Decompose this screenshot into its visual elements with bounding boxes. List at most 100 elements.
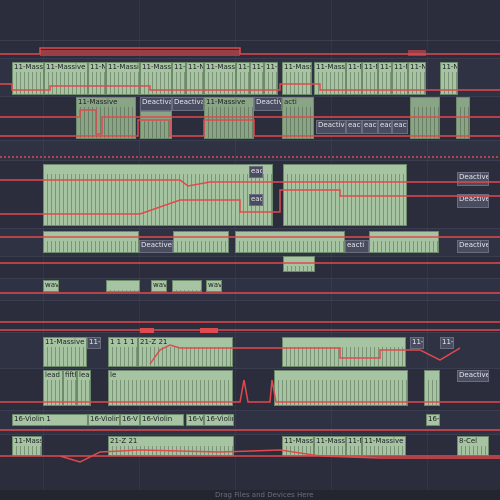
track-lane[interactable] <box>0 256 500 279</box>
clip-content <box>64 380 76 405</box>
clip-deactivated[interactable]: eacti <box>345 240 369 253</box>
clip[interactable] <box>43 231 139 253</box>
clip[interactable]: 11-N <box>88 62 106 95</box>
clip[interactable] <box>283 164 407 226</box>
clip[interactable] <box>140 111 172 139</box>
clip-content <box>363 72 377 94</box>
clip[interactable]: 11-Massi <box>314 436 346 456</box>
clip[interactable]: 11-Massi <box>12 436 42 456</box>
clip[interactable] <box>283 256 315 272</box>
clip-deactivated[interactable]: 11-N <box>410 337 424 349</box>
clip[interactable]: 16-V <box>120 414 140 426</box>
clip[interactable]: 11-Massive <box>44 62 88 95</box>
clip[interactable] <box>410 97 440 139</box>
clip[interactable]: 1 1 1 1 <box>108 337 138 367</box>
clip[interactable]: 11-N <box>346 436 362 456</box>
clip[interactable]: le <box>108 370 233 406</box>
clip[interactable]: 11-N <box>172 62 186 95</box>
clip[interactable]: 11-Massive <box>140 62 172 95</box>
clip-name: 16-Violin <box>206 415 233 423</box>
clip[interactable]: 16-Violin <box>204 414 234 426</box>
clip[interactable]: 16-Violin 1 <box>12 414 88 426</box>
clip[interactable]: 16-Violin <box>88 414 120 426</box>
clip[interactable]: 16-V <box>186 414 204 426</box>
clip-content <box>141 121 171 138</box>
clip[interactable]: 11-N <box>440 62 458 95</box>
clip-deactivated[interactable]: Deactive <box>457 194 489 208</box>
clip[interactable] <box>173 231 229 253</box>
clip-deactivated[interactable]: Deactive <box>139 240 173 253</box>
clip-content <box>107 72 139 94</box>
clip[interactable] <box>172 280 202 292</box>
clip-deactivated[interactable]: Deactive <box>457 370 489 382</box>
clip-deactivated[interactable]: eacti <box>346 120 362 134</box>
clip[interactable]: 16-Violin <box>140 414 184 426</box>
clip-deactivated[interactable]: eacti <box>249 194 263 206</box>
clip[interactable]: 11-N <box>186 62 204 95</box>
clip[interactable]: 16-V <box>426 414 440 426</box>
clip[interactable]: 11-Massi <box>314 62 346 95</box>
clip-name: fifth <box>65 371 76 379</box>
clip[interactable]: 11-Massive <box>362 436 406 456</box>
clip[interactable]: 11-Massive <box>282 436 314 456</box>
clip[interactable]: lead <box>77 370 91 406</box>
track-lane[interactable] <box>0 300 500 333</box>
clip[interactable]: 11-Massive <box>204 97 254 139</box>
clip[interactable]: 11-Massive <box>204 62 236 95</box>
clip-deactivated[interactable]: Deactive <box>457 240 489 253</box>
clip[interactable] <box>235 231 345 253</box>
track-lane[interactable] <box>0 140 500 161</box>
clip-deactivated[interactable]: Deactive <box>254 97 282 111</box>
clip-deactivated[interactable]: eacti <box>378 120 392 134</box>
clip[interactable] <box>43 164 273 226</box>
clip[interactable]: 21-Z 21 <box>138 337 233 367</box>
clip-name: 16-Violin <box>90 415 119 423</box>
clip[interactable] <box>274 370 408 406</box>
clip-deactivated[interactable]: Deactive <box>457 172 489 186</box>
clip[interactable]: 21-Z 21 <box>108 436 234 456</box>
clip-deactivated[interactable]: eacti <box>249 166 263 178</box>
clip[interactable]: 11-Massi <box>282 62 312 95</box>
clip[interactable]: acti <box>282 97 314 139</box>
clip-deactivated[interactable]: Deactivated <box>140 97 172 111</box>
clip[interactable]: 11-N <box>264 62 278 95</box>
clip[interactable]: fifth <box>63 370 77 406</box>
clip-name: eacti <box>251 195 262 203</box>
clip[interactable] <box>424 370 440 406</box>
clip[interactable]: wave <box>206 280 222 292</box>
clip[interactable]: lead <box>43 370 63 406</box>
clip[interactable]: 11-N <box>378 62 392 95</box>
clip-name: 16-V <box>428 415 439 423</box>
clip[interactable]: 11-N <box>236 62 250 95</box>
clip-deactivated[interactable]: Deactive <box>316 120 346 134</box>
clip-name: 21-Z 21 <box>140 338 168 346</box>
track-lane[interactable] <box>0 40 500 59</box>
clip[interactable]: 11-Massive <box>43 337 87 367</box>
clip[interactable]: 11-Massive <box>106 62 140 95</box>
track-lane[interactable] <box>0 434 500 491</box>
clip[interactable]: 11-M <box>346 62 362 95</box>
clip[interactable]: 11-N <box>392 62 408 95</box>
clip-name: eacti <box>251 167 262 175</box>
clip[interactable] <box>282 337 406 367</box>
clip[interactable] <box>456 97 470 139</box>
clip[interactable]: 11-Massive <box>12 62 44 95</box>
clip-deactivated[interactable]: eacti <box>362 120 378 134</box>
clip[interactable]: 8-Cel <box>457 436 489 456</box>
clip-deactivated[interactable]: eacti <box>392 120 408 134</box>
clip-name: Deactivated <box>174 98 203 106</box>
clip[interactable] <box>369 231 439 253</box>
clip-content <box>187 72 203 94</box>
clip[interactable]: 11-Massive <box>76 97 136 139</box>
clip[interactable]: 11-N <box>362 62 378 95</box>
arrangement-view[interactable]: 11-Massive 11-Massive 11-N 11-Massive 11… <box>0 0 500 500</box>
clip[interactable] <box>106 280 140 292</box>
clip[interactable]: wave <box>151 280 167 292</box>
clip-deactivated[interactable]: 11-N <box>87 337 101 349</box>
clip[interactable]: 11-N <box>250 62 264 95</box>
clip[interactable]: wave <box>43 280 59 292</box>
clip-deactivated[interactable]: Deactivated <box>172 97 204 111</box>
clip-deactivated[interactable]: 11-N <box>440 337 454 349</box>
clip[interactable]: 11-N <box>408 62 426 95</box>
track-lane[interactable] <box>0 278 500 301</box>
